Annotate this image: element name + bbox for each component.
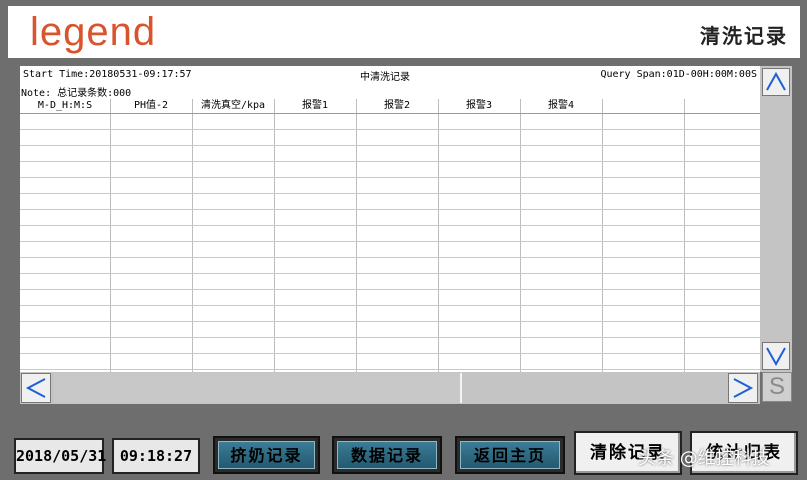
table-row-line [20, 225, 760, 226]
record-panel: Start Time:20180531-09:17:57 中清洗记录 Query… [20, 66, 760, 372]
start-time-label: Start Time:20180531-09:17:57 [23, 69, 192, 80]
horizontal-scrollbar[interactable] [20, 372, 760, 404]
header-bar: legend 清洗记录 [8, 6, 800, 58]
return-home-label: 返回主页 [460, 441, 560, 469]
note-label: Note: 总记录条数:000 [21, 88, 132, 99]
table-row-line [20, 257, 760, 258]
table-row-line [20, 321, 760, 322]
column-divider [438, 99, 439, 372]
scroll-left-button[interactable] [21, 373, 51, 403]
column-divider [684, 99, 685, 372]
column-divider [520, 99, 521, 372]
return-home-button[interactable]: 返回主页 [455, 436, 565, 474]
triangle-right-icon [733, 378, 754, 398]
table-row-line [20, 289, 760, 290]
column-header: 报警2 [383, 100, 411, 111]
time-display: 09:18:27 [112, 438, 200, 474]
table-row-line [20, 145, 760, 146]
column-divider [602, 99, 603, 372]
panel-title: 中清洗记录 [360, 72, 410, 83]
table-row-line [20, 305, 760, 306]
vertical-scrollbar[interactable] [760, 66, 792, 372]
column-header: M-D_H:M:S [37, 100, 93, 111]
column-header: 报警3 [465, 100, 493, 111]
column-header: 清洗真空/kpa [200, 100, 266, 111]
table-row-line [20, 369, 760, 370]
column-header: PH值-2 [133, 100, 169, 111]
scroll-right-button[interactable] [728, 373, 758, 403]
table-row-line [20, 113, 760, 114]
record-table: M-D_H:M:S PH值-2 清洗真空/kpa 报警1 报警2 报警3 报警4 [20, 99, 760, 372]
page-title: 清洗记录 [700, 24, 788, 48]
scroll-down-button[interactable] [762, 342, 790, 370]
table-row-line [20, 273, 760, 274]
milking-record-button[interactable]: 挤奶记录 [213, 436, 320, 474]
watermark-text: 头条 @维控科技 [638, 448, 770, 469]
hmi-screen: legend 清洗记录 Start Time:20180531-09:17:57… [0, 0, 807, 480]
date-display: 2018/05/31 [14, 438, 106, 474]
triangle-down-icon [766, 347, 786, 366]
triangle-up-icon [766, 72, 786, 91]
table-row-line [20, 241, 760, 242]
column-divider [274, 99, 275, 372]
data-record-label: 数据记录 [337, 441, 437, 469]
table-row-line [20, 129, 760, 130]
data-record-button[interactable]: 数据记录 [332, 436, 442, 474]
column-header [602, 99, 684, 113]
table-row-line [20, 209, 760, 210]
column-divider [356, 99, 357, 372]
brand-logo: legend [30, 10, 157, 54]
column-header [684, 99, 760, 113]
query-span-label: Query Span:01D-00H:00M:00S [600, 69, 757, 80]
column-divider [192, 99, 193, 372]
table-row-line [20, 353, 760, 354]
triangle-left-icon [25, 378, 46, 398]
column-header: 报警4 [547, 100, 575, 111]
scroll-up-button[interactable] [762, 68, 790, 96]
table-row-line [20, 177, 760, 178]
horizontal-scroll-thumb[interactable] [54, 373, 462, 403]
table-row-line [20, 337, 760, 338]
milking-record-label: 挤奶记录 [218, 441, 315, 469]
column-header: 报警1 [301, 100, 329, 111]
table-row-line [20, 161, 760, 162]
table-row-line [20, 193, 760, 194]
column-divider [110, 99, 111, 372]
scroll-corner-s-button[interactable]: S [762, 372, 792, 402]
